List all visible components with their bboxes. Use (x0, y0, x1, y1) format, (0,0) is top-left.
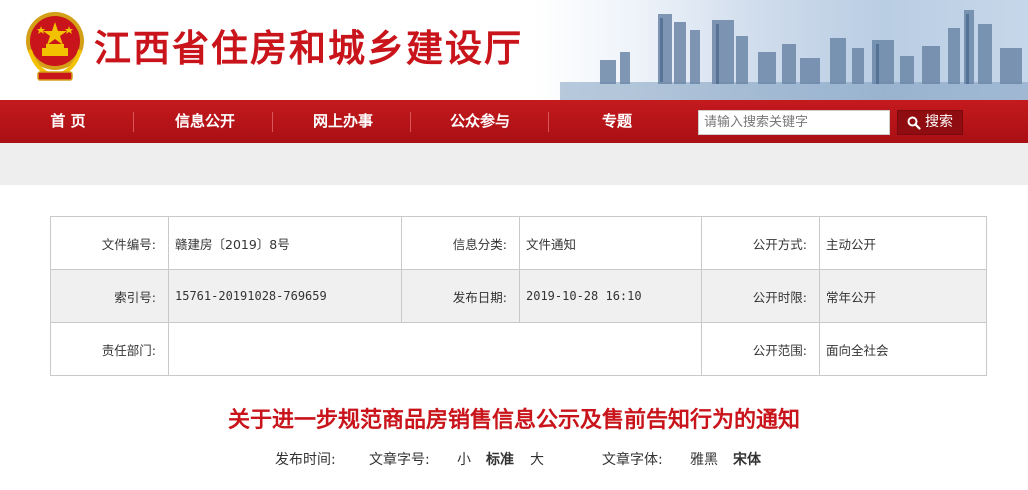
font-yahei-link[interactable]: 雅黑 (690, 449, 718, 469)
category-value: 文件通知 (519, 216, 702, 270)
disclosure-period-label: 公开时限: (701, 269, 820, 323)
search-button-label: 搜索 (925, 114, 953, 130)
font-size-small-link[interactable]: 小 (457, 449, 471, 469)
font-size-standard-link[interactable]: 标准 (486, 449, 514, 469)
disclosure-method-label: 公开方式: (701, 216, 820, 270)
doc-number-label: 文件编号: (50, 216, 169, 270)
search-button[interactable]: 搜索 (897, 110, 963, 135)
city-skyline-image (560, 10, 1028, 100)
publish-time-label: 发布时间: (275, 452, 336, 468)
nav-item-info-disclosure[interactable]: 信息公开 (160, 100, 250, 143)
article-meta: 发布时间: 文章字号: 小 标准 大 文章字体: 雅黑 宋体 (0, 449, 1028, 469)
index-number-value: 15761-20191028-769659 (168, 269, 402, 323)
nav-divider (133, 112, 134, 132)
search-input[interactable] (698, 110, 890, 135)
nav-item-public-participation[interactable]: 公众参与 (435, 100, 525, 143)
font-size-label: 文章字号: (369, 452, 430, 468)
publish-date-value: 2019-10-28 16:10 (519, 269, 702, 323)
doc-number-value: 赣建房〔2019〕8号 (168, 216, 402, 270)
breadcrumb-bar (0, 143, 1028, 185)
font-songti-link[interactable]: 宋体 (733, 449, 761, 469)
nav-divider (548, 112, 549, 132)
site-header: 江西省住房和城乡建设厅 (0, 0, 1028, 100)
font-face-label: 文章字体: (602, 452, 663, 468)
disclosure-scope-value: 面向全社会 (819, 322, 987, 376)
disclosure-method-value: 主动公开 (819, 216, 987, 270)
responsible-dept-label: 责任部门: (50, 322, 169, 376)
disclosure-scope-label: 公开范围: (701, 322, 820, 376)
national-emblem-icon (26, 12, 84, 81)
disclosure-period-value: 常年公开 (819, 269, 987, 323)
info-row: 文件编号: 赣建房〔2019〕8号 信息分类: 文件通知 公开方式: 主动公开 (50, 216, 987, 270)
category-label: 信息分类: (401, 216, 520, 270)
nav-item-home[interactable]: 首 页 (30, 100, 106, 143)
font-size-large-link[interactable]: 大 (530, 449, 544, 469)
publish-date-label: 发布日期: (401, 269, 520, 323)
article-title: 关于进一步规范商品房销售信息公示及售前告知行为的通知 (227, 407, 800, 433)
responsible-dept-value (168, 322, 702, 376)
index-number-label: 索引号: (50, 269, 169, 323)
nav-item-online-services[interactable]: 网上办事 (298, 100, 388, 143)
search-icon (907, 116, 921, 130)
nav-item-special-topics[interactable]: 专题 (582, 100, 652, 143)
info-row: 索引号: 15761-20191028-769659 发布日期: 2019-10… (50, 269, 987, 323)
site-title: 江西省住房和城乡建设厅 (94, 27, 523, 70)
nav-divider (410, 112, 411, 132)
info-row: 责任部门: 公开范围: 面向全社会 (50, 322, 987, 376)
document-info-table: 文件编号: 赣建房〔2019〕8号 信息分类: 文件通知 公开方式: 主动公开 … (50, 216, 987, 376)
nav-divider (272, 112, 273, 132)
